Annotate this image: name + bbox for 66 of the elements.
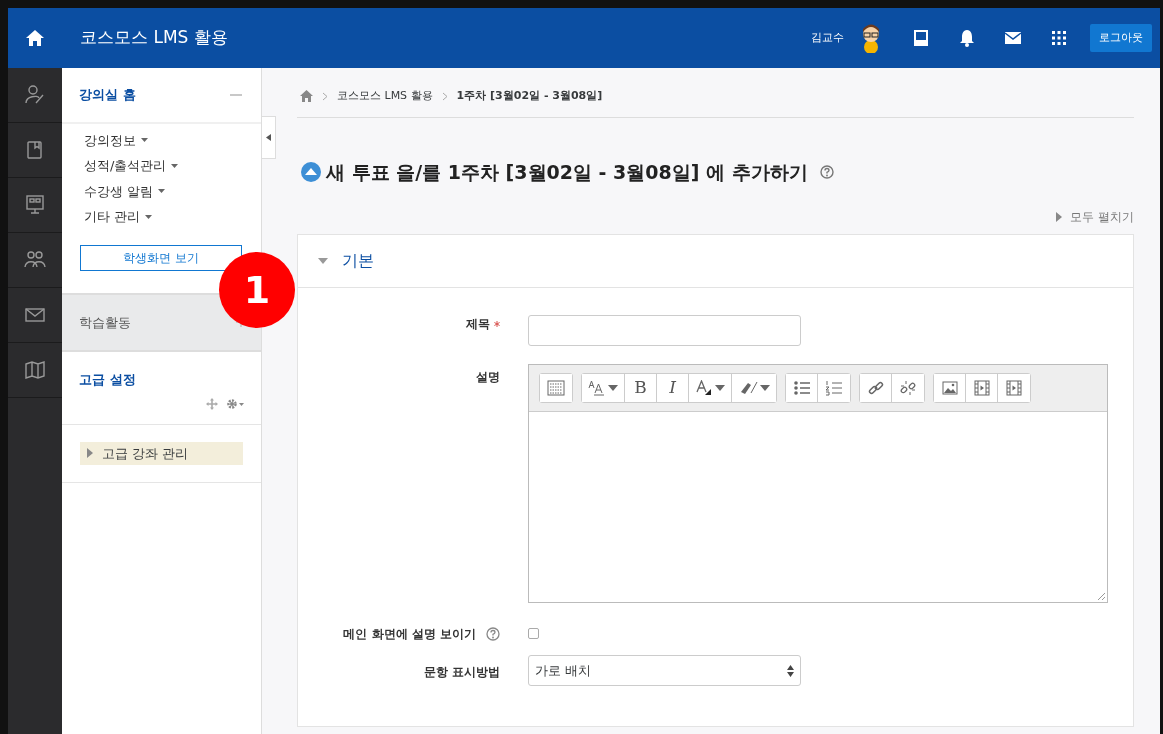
show-description-checkbox[interactable] [528, 628, 539, 639]
caret-right-icon[interactable] [86, 448, 94, 459]
expand-all-link[interactable]: 모두 펼치기 [1056, 208, 1134, 226]
font-size-icon [588, 380, 606, 396]
title-input[interactable] [528, 315, 801, 346]
settings-icon[interactable] [226, 397, 244, 410]
breadcrumb-link[interactable]: 코스모스 LMS 활용 [337, 88, 433, 105]
toolbar-button[interactable] [786, 374, 818, 402]
user-name[interactable]: 김교수 [811, 29, 844, 47]
toolbar-button[interactable] [860, 374, 892, 402]
caret-icon [144, 213, 154, 220]
bullet-list-icon [792, 380, 811, 396]
apps-icon[interactable] [1050, 29, 1068, 47]
page-title: 새 투표 을/를 1주차 [3월02일 - 3월08일] 에 추가하기 [326, 159, 808, 185]
tree-item-label[interactable]: 고급 강좌 관리 [102, 443, 189, 463]
presentation-board-icon[interactable] [24, 194, 46, 216]
field-label: 제목 [466, 316, 490, 333]
sidebar-menu-item[interactable]: 강의정보 [84, 130, 136, 150]
fieldset-legend[interactable]: 기본 [298, 235, 1133, 288]
caret-icon [157, 188, 167, 195]
film-icon [1006, 380, 1022, 396]
toolbar-button[interactable] [934, 374, 966, 402]
sidebar-menu-item[interactable]: 성적/출석관리 [84, 156, 167, 176]
image-icon [941, 380, 958, 396]
home-icon[interactable] [25, 29, 45, 47]
link-icon [867, 380, 884, 396]
chevron-icon [441, 91, 448, 101]
block-title: 고급 설정 [79, 371, 137, 389]
display-method-select[interactable]: 가로 배치 [528, 655, 801, 686]
section-title[interactable]: 학습활동 [79, 312, 131, 332]
film-icon [973, 380, 990, 396]
caret-right-icon [1056, 212, 1063, 222]
caret-left-icon [266, 134, 271, 141]
toolbar-button[interactable] [582, 374, 625, 402]
activity-icon [300, 160, 322, 183]
sidebar-menu-item[interactable]: 수강생 알림 [84, 181, 154, 201]
chevron-icon [322, 91, 328, 101]
teacher-icon[interactable] [24, 84, 46, 106]
collapse-sidebar-tab[interactable] [262, 116, 276, 159]
breadcrumb-link[interactable]: 1주차 [3월02일 - 3월08일] [456, 88, 603, 105]
help-icon[interactable] [819, 164, 834, 179]
notification-icon[interactable] [958, 29, 976, 47]
site-title[interactable]: 코스모스 LMS 활용 [80, 25, 228, 51]
numbered-list-icon [825, 380, 843, 396]
unlink-icon [900, 380, 916, 396]
keyboard-icon [547, 380, 565, 396]
field-label: 메인 화면에 설명 보이기 [343, 626, 476, 643]
resize-handle-icon[interactable] [1097, 592, 1105, 600]
caret-icon [170, 162, 180, 169]
logout-button[interactable]: 로그아웃 [1090, 23, 1152, 53]
help-icon[interactable] [486, 627, 500, 641]
font-color-icon [695, 380, 713, 396]
home-icon[interactable] [300, 90, 313, 103]
dock-icon[interactable] [912, 29, 930, 47]
course-home-link[interactable]: 강의실 홈 [79, 85, 136, 105]
caret-icon [140, 137, 149, 144]
student-view-button[interactable]: 학생화면 보기 [80, 244, 242, 271]
tree-item[interactable]: 고급 강좌 관리 [80, 441, 243, 465]
field-label: 문항 표시방법 [423, 664, 500, 681]
caret-down-icon [318, 257, 328, 265]
highlighter-icon [738, 380, 758, 396]
mail-icon[interactable] [1004, 29, 1022, 47]
field-label: 설명 [476, 369, 500, 386]
sidebar-menu-item[interactable]: 기타 관리 [84, 207, 141, 227]
map-icon[interactable] [24, 359, 46, 381]
sort-arrows-icon [787, 664, 794, 677]
